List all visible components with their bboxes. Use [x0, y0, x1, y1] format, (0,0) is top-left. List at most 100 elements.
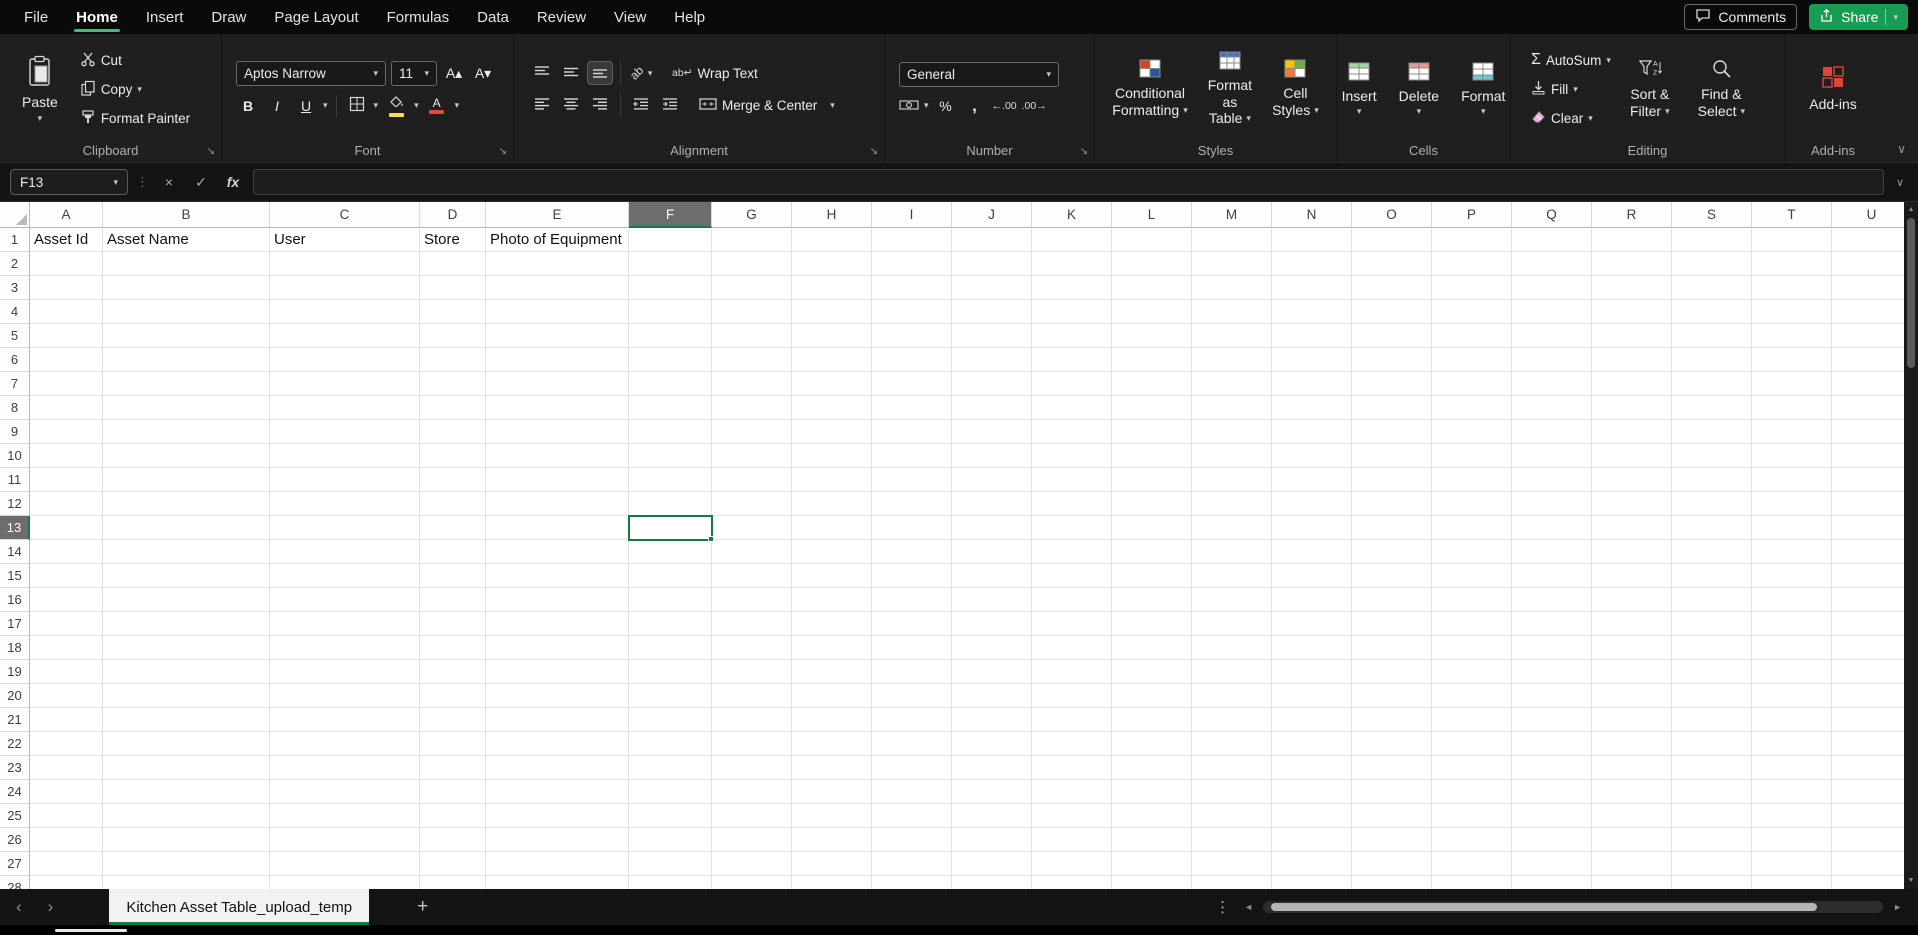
cell-O18[interactable] [1352, 636, 1432, 660]
cell-N20[interactable] [1272, 684, 1352, 708]
cell-C28[interactable] [270, 876, 420, 889]
row-header-20[interactable]: 20 [0, 684, 30, 708]
borders-button[interactable] [345, 95, 369, 117]
cell-H22[interactable] [792, 732, 872, 756]
cut-button[interactable]: Cut [80, 48, 190, 72]
cell-K2[interactable] [1032, 252, 1112, 276]
cell-Q15[interactable] [1512, 564, 1592, 588]
cell-B20[interactable] [103, 684, 270, 708]
cell-I8[interactable] [872, 396, 952, 420]
cell-L8[interactable] [1112, 396, 1192, 420]
cell-U8[interactable] [1832, 396, 1904, 420]
cell-M4[interactable] [1192, 300, 1272, 324]
cell-O11[interactable] [1352, 468, 1432, 492]
cell-D1[interactable]: Store [420, 228, 486, 252]
cell-C12[interactable] [270, 492, 420, 516]
cell-U24[interactable] [1832, 780, 1904, 804]
paste-button[interactable]: Paste ▾ [10, 51, 70, 127]
cell-E21[interactable] [486, 708, 629, 732]
copy-dropdown-icon[interactable]: ▾ [137, 85, 142, 94]
format-cells-button[interactable]: Format ▾ [1452, 57, 1514, 122]
scroll-down-icon[interactable]: ▼ [1908, 876, 1915, 886]
column-header-L[interactable]: L [1112, 202, 1192, 228]
cell-J14[interactable] [952, 540, 1032, 564]
cell-P18[interactable] [1432, 636, 1512, 660]
cell-J8[interactable] [952, 396, 1032, 420]
sort-filter-button[interactable]: AZ Sort & Filter ▾ [1621, 53, 1679, 124]
column-header-E[interactable]: E [486, 202, 629, 228]
cell-N15[interactable] [1272, 564, 1352, 588]
cell-G16[interactable] [712, 588, 792, 612]
cell-C6[interactable] [270, 348, 420, 372]
cell-T2[interactable] [1752, 252, 1832, 276]
cell-N18[interactable] [1272, 636, 1352, 660]
cell-E20[interactable] [486, 684, 629, 708]
cell-F8[interactable] [629, 396, 712, 420]
cell-F15[interactable] [629, 564, 712, 588]
cell-T1[interactable] [1752, 228, 1832, 252]
cell-M13[interactable] [1192, 516, 1272, 540]
cell-E13[interactable] [486, 516, 629, 540]
cell-F10[interactable] [629, 444, 712, 468]
cell-S6[interactable] [1672, 348, 1752, 372]
cell-H10[interactable] [792, 444, 872, 468]
cell-I16[interactable] [872, 588, 952, 612]
borders-dropdown-icon[interactable]: ▾ [374, 101, 379, 110]
row-header-23[interactable]: 23 [0, 756, 30, 780]
cell-N23[interactable] [1272, 756, 1352, 780]
cell-E24[interactable] [486, 780, 629, 804]
cell-A16[interactable] [30, 588, 103, 612]
cell-K26[interactable] [1032, 828, 1112, 852]
cell-J7[interactable] [952, 372, 1032, 396]
menu-tab[interactable]: Review [523, 0, 600, 34]
cell-E7[interactable] [486, 372, 629, 396]
cell-S14[interactable] [1672, 540, 1752, 564]
row-header-21[interactable]: 21 [0, 708, 30, 732]
cell-S12[interactable] [1672, 492, 1752, 516]
cell-Q11[interactable] [1512, 468, 1592, 492]
cell-F6[interactable] [629, 348, 712, 372]
cell-P20[interactable] [1432, 684, 1512, 708]
cell-O1[interactable] [1352, 228, 1432, 252]
cell-E4[interactable] [486, 300, 629, 324]
cell-Q6[interactable] [1512, 348, 1592, 372]
cell-H12[interactable] [792, 492, 872, 516]
decrease-indent-button[interactable] [629, 94, 653, 116]
cell-N1[interactable] [1272, 228, 1352, 252]
cell-L6[interactable] [1112, 348, 1192, 372]
cell-T20[interactable] [1752, 684, 1832, 708]
cell-F11[interactable] [629, 468, 712, 492]
cell-K25[interactable] [1032, 804, 1112, 828]
cell-O5[interactable] [1352, 324, 1432, 348]
cell-B4[interactable] [103, 300, 270, 324]
select-all-corner[interactable] [0, 202, 30, 228]
cell-T25[interactable] [1752, 804, 1832, 828]
cell-J16[interactable] [952, 588, 1032, 612]
cell-G1[interactable] [712, 228, 792, 252]
cell-Q22[interactable] [1512, 732, 1592, 756]
cell-B14[interactable] [103, 540, 270, 564]
cell-J3[interactable] [952, 276, 1032, 300]
cell-Q7[interactable] [1512, 372, 1592, 396]
cell-U9[interactable] [1832, 420, 1904, 444]
cell-G3[interactable] [712, 276, 792, 300]
cell-K4[interactable] [1032, 300, 1112, 324]
bold-button[interactable]: B [236, 95, 260, 117]
cell-I6[interactable] [872, 348, 952, 372]
cell-I14[interactable] [872, 540, 952, 564]
cell-H5[interactable] [792, 324, 872, 348]
clear-button[interactable]: Clear ▾ [1531, 106, 1611, 130]
cell-G21[interactable] [712, 708, 792, 732]
cell-P2[interactable] [1432, 252, 1512, 276]
cell-I18[interactable] [872, 636, 952, 660]
menu-tab[interactable]: Page Layout [260, 0, 372, 34]
cell-U22[interactable] [1832, 732, 1904, 756]
cell-S13[interactable] [1672, 516, 1752, 540]
cell-N21[interactable] [1272, 708, 1352, 732]
cell-R11[interactable] [1592, 468, 1672, 492]
cell-O2[interactable] [1352, 252, 1432, 276]
cell-J21[interactable] [952, 708, 1032, 732]
cell-P26[interactable] [1432, 828, 1512, 852]
cell-T8[interactable] [1752, 396, 1832, 420]
cell-Q19[interactable] [1512, 660, 1592, 684]
